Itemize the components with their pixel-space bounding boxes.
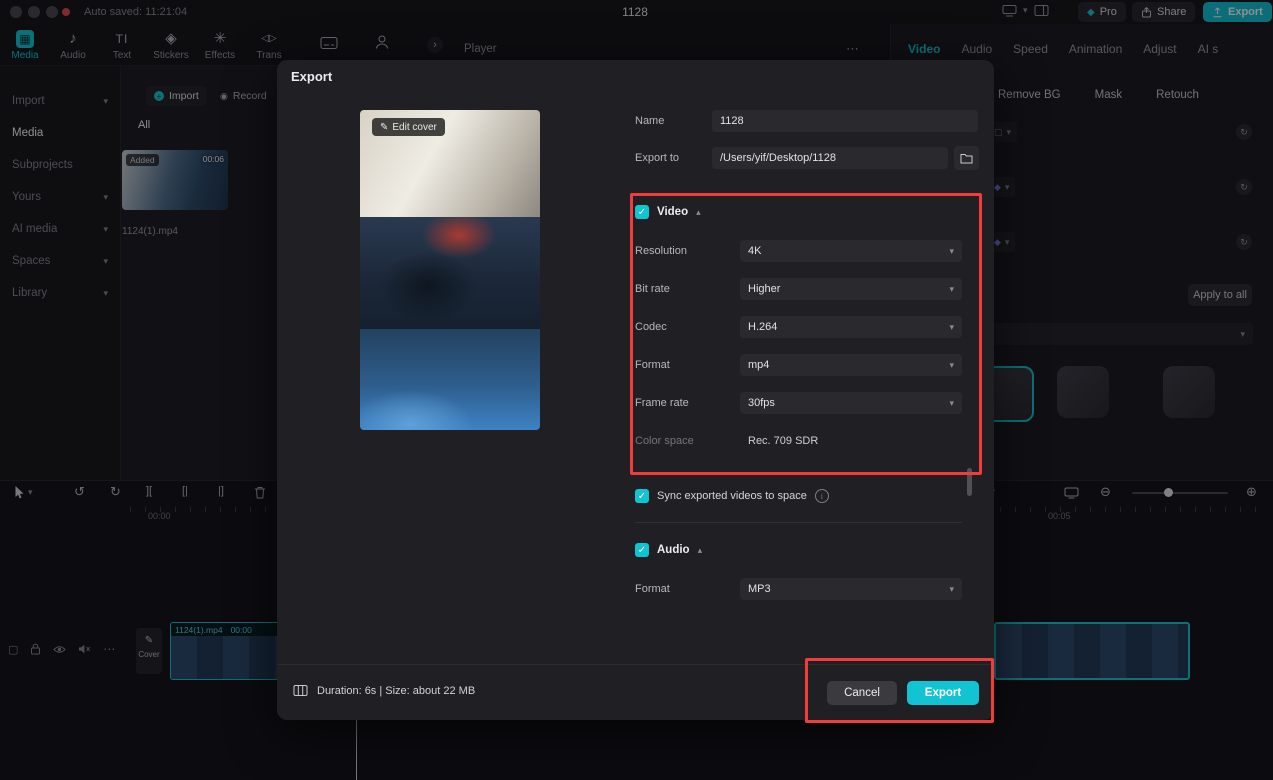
info-icon[interactable]: i xyxy=(814,489,829,503)
caret-down-icon: ▾ xyxy=(949,583,954,594)
folder-icon xyxy=(960,153,973,164)
audio-section-label: Audio xyxy=(657,544,690,556)
export-to-label: Export to xyxy=(635,152,680,164)
audio-format-label: Format xyxy=(635,583,670,595)
sync-label: Sync exported videos to space xyxy=(657,490,807,502)
collapse-caret-icon[interactable]: ▴ xyxy=(698,545,703,556)
check-icon: ✓ xyxy=(637,544,647,556)
name-input[interactable]: 1128 xyxy=(712,110,978,132)
audio-checkbox[interactable]: ✓ xyxy=(635,543,649,557)
check-icon: ✓ xyxy=(637,490,647,502)
video-editor-app: Auto saved: 11:21:04 1128 ▾ ◆ Pro Share … xyxy=(0,0,1273,780)
browse-folder-button[interactable] xyxy=(954,146,979,170)
audio-section-header: ✓ Audio ▴ xyxy=(635,543,702,557)
name-label: Name xyxy=(635,115,665,127)
pencil-icon: ✎ xyxy=(380,121,389,133)
film-icon xyxy=(293,684,308,697)
export-summary: Duration: 6s | Size: about 22 MB xyxy=(293,684,475,697)
annotation-box-video-settings xyxy=(630,193,982,475)
duration-size-text: Duration: 6s | Size: about 22 MB xyxy=(317,684,476,697)
preview-frame-3 xyxy=(360,329,540,430)
edit-cover-button[interactable]: ✎ Edit cover xyxy=(372,118,445,136)
export-preview: ✎ Edit cover xyxy=(360,110,540,430)
sync-row: ✓ Sync exported videos to space i xyxy=(635,489,829,503)
section-divider xyxy=(635,522,962,523)
annotation-box-export-buttons xyxy=(805,658,994,723)
edit-cover-label: Edit cover xyxy=(392,121,437,133)
sync-checkbox[interactable]: ✓ xyxy=(635,489,649,503)
preview-frame-2 xyxy=(360,217,540,329)
dialog-title: Export xyxy=(291,69,333,84)
audio-format-select[interactable]: MP3 ▾ xyxy=(740,578,962,600)
export-path-input[interactable]: /Users/yif/Desktop/1128 xyxy=(712,147,948,169)
